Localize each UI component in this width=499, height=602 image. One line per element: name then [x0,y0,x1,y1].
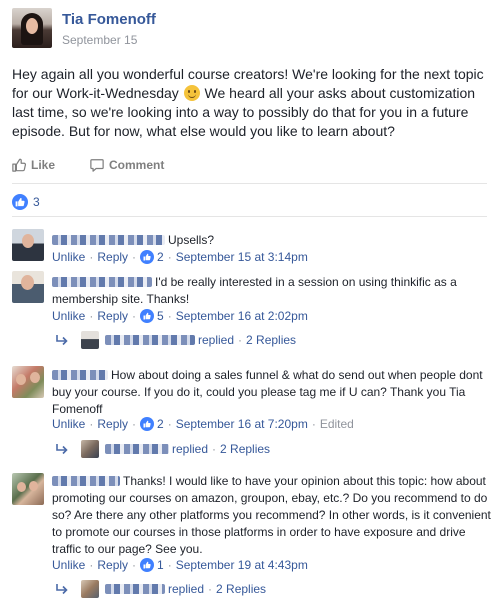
replied-label: replied [198,333,235,347]
unlike-link[interactable]: Unlike [52,417,85,431]
like-reaction-icon [140,417,155,431]
commenter-avatar[interactable] [12,229,44,261]
comment-button[interactable]: Comment [90,158,164,172]
author-name[interactable]: Tia Fomenoff [62,11,156,28]
comment-text: Upsells? [52,232,492,249]
comment-meta: Unlike · Reply · 2 · September 16 at 7:20pm… [52,417,354,431]
reply-arrow-icon [56,584,68,595]
commenter-name[interactable] [52,235,165,245]
unlike-link[interactable]: Unlike [52,250,85,264]
commenter-name[interactable] [52,476,120,486]
comment-label: Comment [109,158,165,172]
like-label: Like [31,158,56,172]
comment-meta: Unlike · Reply · 2 · September 15 at 3:14pm [52,250,308,264]
like-button[interactable]: Like [12,158,55,172]
reply-arrow-icon [56,335,68,346]
comment-timestamp[interactable]: September 16 at 7:20pm [176,417,308,431]
replied-label: replied [172,442,209,456]
comment-text: Thanks! I would like to have your opinio… [52,473,492,558]
comment-timestamp[interactable]: September 15 at 3:14pm [176,250,308,264]
author-avatar[interactable] [12,8,52,48]
reply-count[interactable]: 2 Replies [220,442,270,456]
like-reaction-icon [140,309,155,323]
replies-link[interactable]: replied · 2 Replies [55,580,266,598]
commenter-name[interactable] [52,277,152,287]
commenter-avatar[interactable] [12,366,44,398]
divider [12,216,487,217]
comment-timestamp[interactable]: September 19 at 4:43pm [176,558,308,572]
like-reaction-icon [12,194,28,210]
comment-body: Upsells? [168,233,215,247]
comment-like-count[interactable]: 2 [157,417,164,431]
comment-body: How about doing a sales funnel & what do… [52,368,483,416]
reply-link[interactable]: Reply [97,417,128,431]
comment-like-count[interactable]: 1 [157,558,164,572]
like-reaction-icon [140,250,155,264]
divider [12,183,487,184]
replies-link[interactable]: replied · 2 Replies [55,440,270,458]
commenter-name[interactable] [52,370,108,380]
replier-avatar [81,440,99,458]
reply-count[interactable]: 2 Replies [246,333,296,347]
replier-name [105,444,169,454]
unlike-link[interactable]: Unlike [52,558,85,572]
reply-count[interactable]: 2 Replies [216,582,266,596]
comment-text: I'd be really interested in a session on… [52,274,492,308]
replied-label: replied [168,582,205,596]
comment-body: Thanks! I would like to have your opinio… [52,474,491,556]
commenter-avatar[interactable] [12,271,44,303]
reply-link[interactable]: Reply [97,250,128,264]
comment-meta: Unlike · Reply · 1 · September 19 at 4:43pm [52,558,308,572]
smiley-emoji-icon [183,85,200,101]
thumbs-up-icon [12,158,26,172]
reply-arrow-icon [56,444,68,455]
comment-timestamp[interactable]: September 16 at 2:02pm [176,309,308,323]
replier-avatar [81,331,99,349]
comment-bubble-icon [90,159,104,172]
replies-link[interactable]: replied · 2 Replies [55,331,296,349]
post-date[interactable]: September 15 [62,33,137,47]
comment-like-count[interactable]: 2 [157,250,164,264]
reply-link[interactable]: Reply [97,309,128,323]
reaction-count: 3 [33,195,40,209]
comment-like-count[interactable]: 5 [157,309,164,323]
edited-label[interactable]: Edited [320,417,354,431]
unlike-link[interactable]: Unlike [52,309,85,323]
like-reaction-icon [140,558,155,572]
commenter-avatar[interactable] [12,473,44,505]
replier-name [105,584,165,594]
replier-avatar [81,580,99,598]
reply-link[interactable]: Reply [97,558,128,572]
reactions-summary[interactable]: 3 [12,194,40,210]
replier-name [105,335,195,345]
post-body: Hey again all you wonderful course creat… [12,65,492,141]
comment-meta: Unlike · Reply · 5 · September 16 at 2:02pm [52,309,308,323]
comment-text: How about doing a sales funnel & what do… [52,367,492,418]
